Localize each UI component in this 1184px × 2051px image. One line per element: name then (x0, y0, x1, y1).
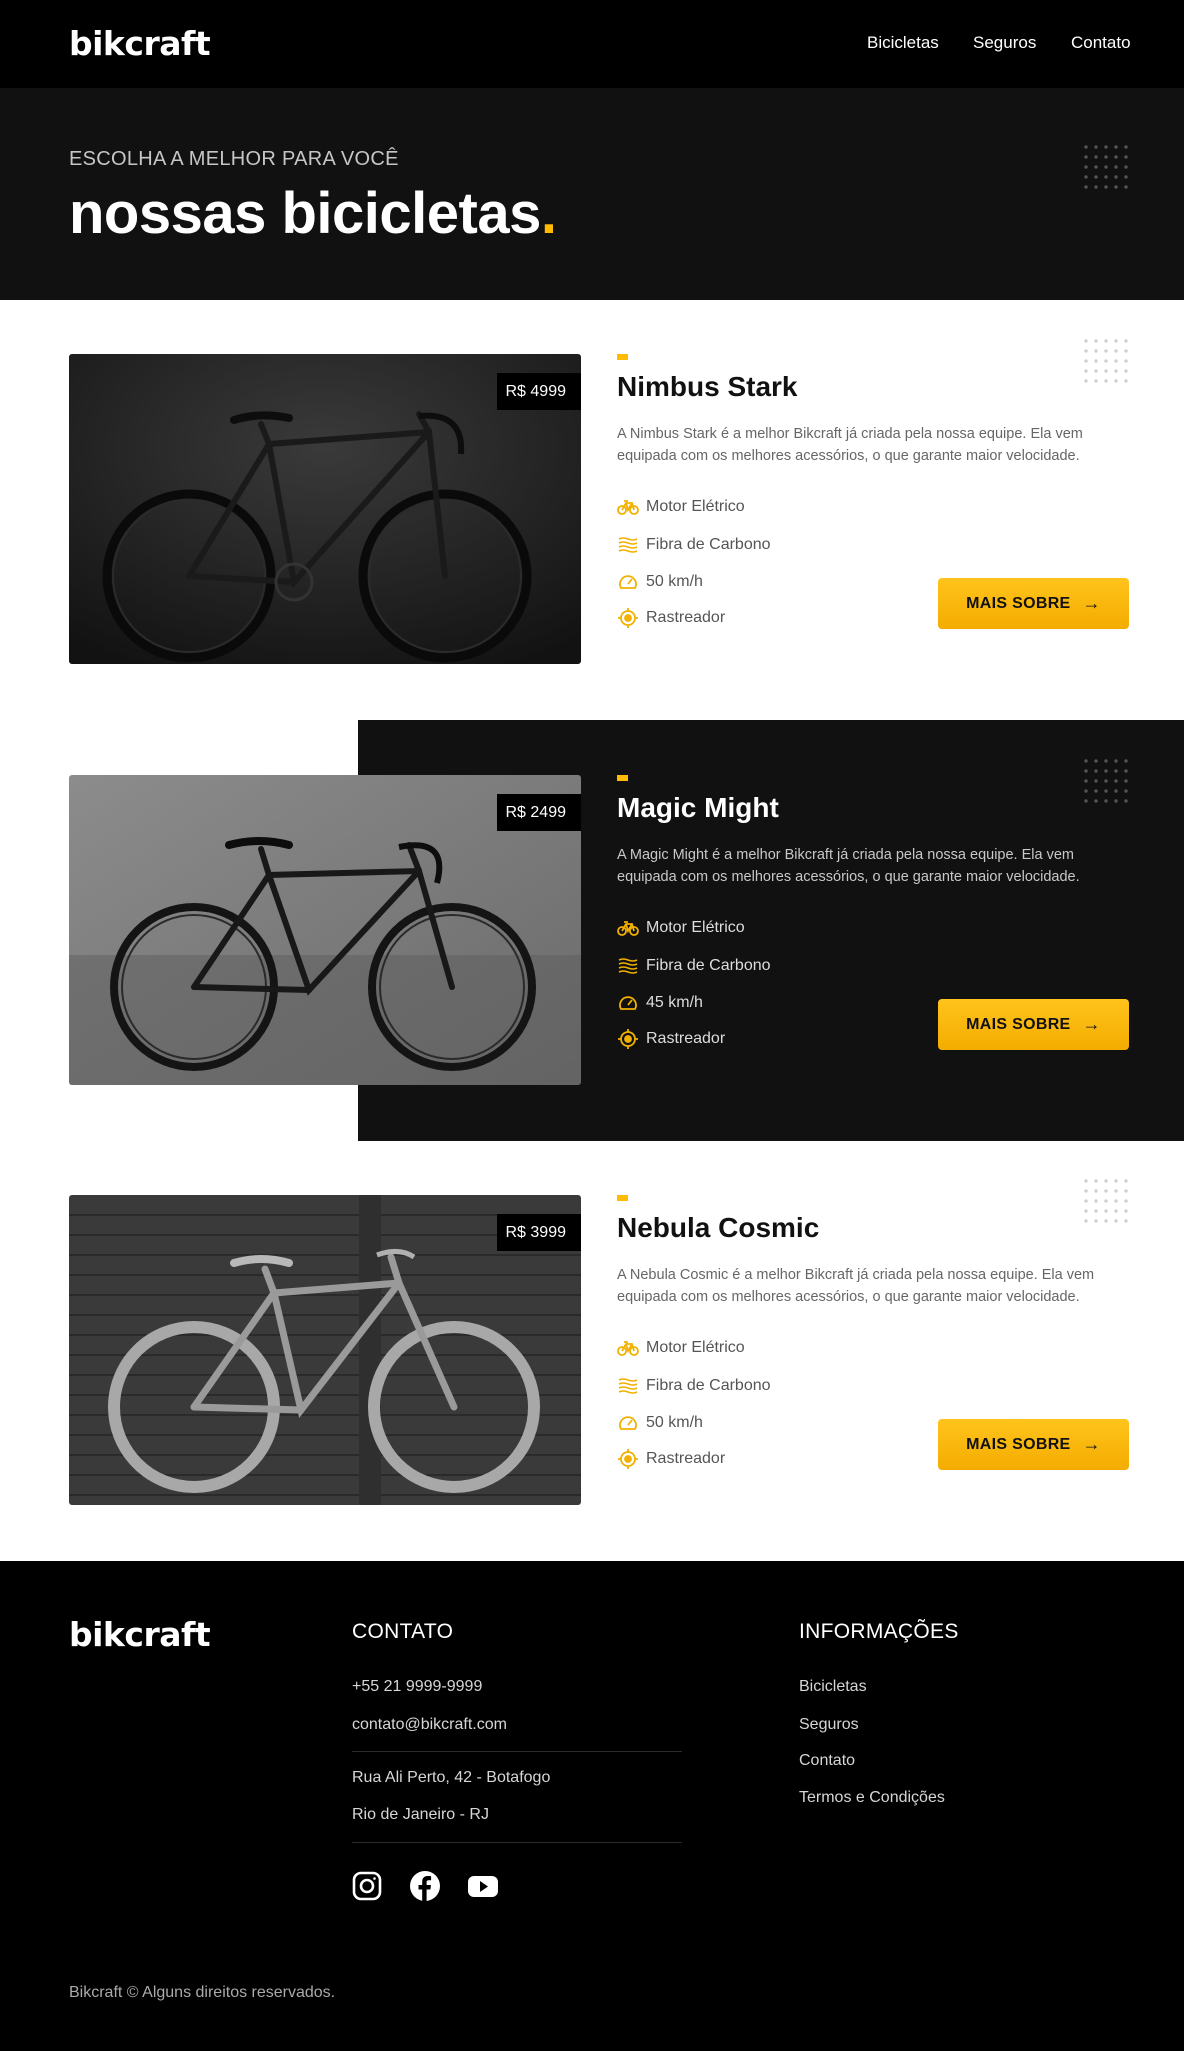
divider (352, 1842, 682, 1843)
bike-image: R$ 2499 (69, 775, 581, 1085)
info-heading: INFORMAÇÕES (799, 1620, 959, 1643)
site-footer: bikcraft CONTATO +55 21 9999-9999 contat… (0, 1561, 1184, 2051)
speedometer-icon (617, 1412, 639, 1434)
tracker-icon (617, 1448, 639, 1470)
price-badge: R$ 2499 (496, 794, 581, 831)
divider (352, 1751, 682, 1752)
mais-sobre-button[interactable]: MAIS SOBRE → (938, 1419, 1129, 1470)
contact-heading: CONTATO (352, 1620, 454, 1643)
bike-image: R$ 4999 (69, 354, 581, 664)
decorative-dots (1081, 336, 1131, 386)
footer-link-termos[interactable]: Termos e Condições (799, 1789, 945, 1807)
title-accent (617, 775, 628, 781)
feature-item: 50 km/h (617, 571, 703, 593)
page-title: nossas bicicletas. (69, 181, 557, 246)
bike-description: A Magic Might é a melhor Bikcraft já cri… (617, 847, 1080, 885)
bike-icon (617, 917, 639, 939)
facebook-icon[interactable] (409, 1870, 441, 1902)
price-badge: R$ 3999 (496, 1214, 581, 1251)
feature-item: Rastreador (617, 1028, 725, 1050)
bike-name: Nebula Cosmic (617, 1212, 820, 1243)
feature-item: Fibra de Carbono (617, 1375, 771, 1397)
feature-item: Motor Elétrico (617, 1337, 745, 1359)
bike-image: R$ 3999 (69, 1195, 581, 1505)
mais-sobre-button[interactable]: MAIS SOBRE → (938, 578, 1129, 629)
youtube-icon[interactable] (467, 1870, 499, 1902)
title-accent (617, 354, 628, 360)
bike-name: Nimbus Stark (617, 371, 798, 402)
arrow-right-icon: → (1082, 1434, 1101, 1454)
decorative-dots (1081, 1176, 1131, 1226)
instagram-icon[interactable] (351, 1870, 383, 1902)
bike-icon (617, 1337, 639, 1359)
decorative-dots (1081, 756, 1131, 806)
footer-link-bicicletas[interactable]: Bicicletas (799, 1678, 867, 1696)
feature-item: Fibra de Carbono (617, 534, 771, 556)
contact-email: contato@bikcraft.com (352, 1716, 507, 1733)
carbon-fiber-icon (617, 1375, 639, 1397)
feature-item: 50 km/h (617, 1412, 703, 1434)
arrow-right-icon: → (1082, 1014, 1101, 1034)
speedometer-icon (617, 571, 639, 593)
feature-item: Rastreador (617, 1448, 725, 1470)
tracker-icon (617, 1028, 639, 1050)
nav-link-contato[interactable]: Contato (1071, 33, 1131, 53)
price-badge: R$ 4999 (496, 373, 581, 410)
mais-sobre-button[interactable]: MAIS SOBRE → (938, 999, 1129, 1050)
title-accent (617, 1195, 628, 1201)
bike-icon (617, 496, 639, 518)
feature-item: Motor Elétrico (617, 917, 745, 939)
logo[interactable]: bikcraft (69, 24, 211, 63)
decorative-dots (1081, 142, 1131, 192)
tracker-icon (617, 607, 639, 629)
carbon-fiber-icon (617, 955, 639, 977)
bike-name: Magic Might (617, 792, 779, 823)
contact-address-line1: Rua Ali Perto, 42 - Botafogo (352, 1769, 551, 1786)
hero-subtitle: ESCOLHA A MELHOR PARA VOCÊ (69, 148, 399, 170)
footer-link-contato[interactable]: Contato (799, 1752, 855, 1770)
site-header: bikcraft Bicicletas Seguros Contato (0, 0, 1184, 88)
hero-section: ESCOLHA A MELHOR PARA VOCÊ nossas bicicl… (0, 88, 1184, 300)
feature-item: Rastreador (617, 607, 725, 629)
nav-link-bicicletas[interactable]: Bicicletas (867, 33, 939, 53)
contact-phone: +55 21 9999-9999 (352, 1678, 483, 1695)
contact-address-line2: Rio de Janeiro - RJ (352, 1806, 489, 1823)
carbon-fiber-icon (617, 534, 639, 556)
bike-description: A Nebula Cosmic é a melhor Bikcraft já c… (617, 1267, 1095, 1305)
feature-item: Motor Elétrico (617, 496, 745, 518)
speedometer-icon (617, 992, 639, 1014)
footer-logo[interactable]: bikcraft (69, 1615, 211, 1654)
feature-item: 45 km/h (617, 992, 703, 1014)
bike-description: A Nimbus Stark é a melhor Bikcraft já cr… (617, 426, 1083, 464)
copyright-text: Bikcraft © Alguns direitos reservados. (69, 1984, 336, 2001)
arrow-right-icon: → (1082, 593, 1101, 613)
feature-item: Fibra de Carbono (617, 955, 771, 977)
footer-link-seguros[interactable]: Seguros (799, 1716, 859, 1734)
nav-link-seguros[interactable]: Seguros (973, 33, 1036, 53)
